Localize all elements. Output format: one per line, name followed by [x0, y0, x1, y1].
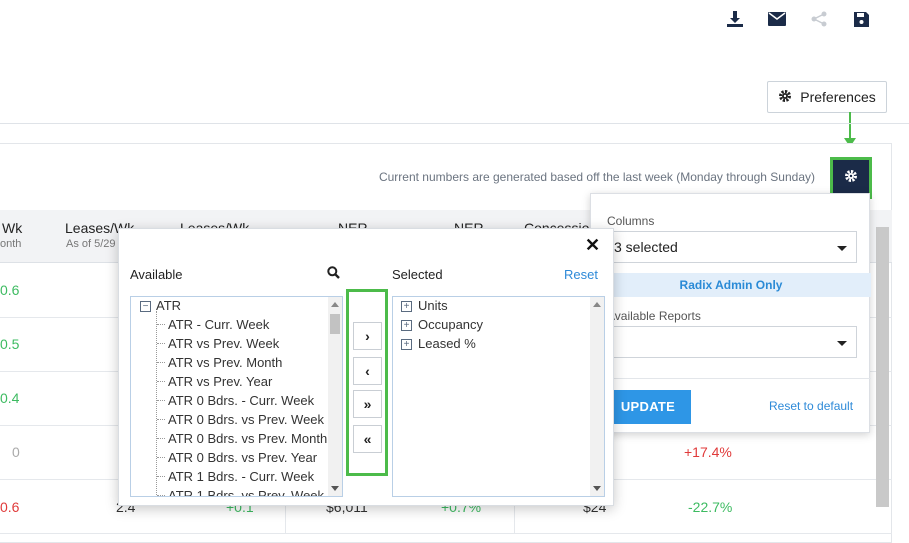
share-icon[interactable]	[808, 10, 830, 28]
scroll-down-icon[interactable]	[593, 486, 601, 491]
download-icon[interactable]	[724, 10, 746, 28]
preferences-panel: Columns 3 selected Radix Admin Only Avai…	[590, 193, 871, 433]
preferences-button[interactable]: Preferences	[767, 81, 887, 113]
expand-icon[interactable]: +	[401, 320, 412, 331]
list-item[interactable]: ATR vs Prev. Year	[168, 374, 272, 389]
available-reports-select[interactable]	[605, 326, 857, 358]
save-icon[interactable]	[850, 10, 872, 28]
radix-admin-banner: Radix Admin Only	[591, 273, 871, 297]
reset-to-default-link[interactable]: Reset to default	[769, 399, 853, 413]
close-icon[interactable]: ✕	[585, 235, 600, 256]
selected-list[interactable]: + Units + Occupancy + Leased %	[392, 296, 605, 497]
search-icon[interactable]	[327, 266, 340, 284]
scroll-up-icon[interactable]	[593, 302, 601, 307]
columns-select-value: 3 selected	[614, 239, 678, 255]
mail-icon[interactable]	[766, 10, 788, 28]
list-item[interactable]: Occupancy	[418, 317, 483, 332]
table-cell: +17.4%	[684, 444, 732, 460]
list-scrollbar[interactable]	[328, 297, 342, 496]
table-cell: 0.6	[0, 499, 20, 515]
table-scrollbar[interactable]	[876, 227, 889, 507]
column-chooser-modal: ✕ Available Selected Reset − ATR ATR - C…	[118, 228, 614, 506]
available-title: Available	[130, 267, 183, 282]
column-subheader: As of 5/29	[66, 238, 116, 250]
list-item[interactable]: ATR 0 Bdrs. vs Prev. Week	[168, 412, 324, 427]
tree-root[interactable]: ATR	[156, 298, 181, 313]
columns-label: Columns	[607, 214, 655, 228]
reset-link[interactable]: Reset	[564, 267, 598, 282]
list-item[interactable]: ATR 0 Bdrs. vs Prev. Year	[168, 450, 317, 465]
table-cell: 0	[12, 444, 20, 460]
table-cell: -22.7%	[688, 499, 733, 515]
scroll-down-icon[interactable]	[331, 486, 339, 491]
panel-divider	[591, 378, 871, 379]
gear-icon	[778, 89, 792, 106]
section-divider	[0, 123, 909, 124]
scroll-thumb[interactable]	[330, 314, 340, 334]
table-cell: 0.5	[0, 336, 20, 352]
column-header[interactable]: Wk	[2, 220, 22, 236]
list-item[interactable]: Leased %	[418, 336, 476, 351]
list-item[interactable]: ATR 0 Bdrs. - Curr. Week	[168, 393, 314, 408]
move-left-button[interactable]: ‹	[353, 357, 382, 385]
chevron-down-icon	[837, 341, 847, 346]
selected-title: Selected	[392, 267, 443, 282]
data-note: Current numbers are generated based off …	[378, 170, 815, 184]
columns-select[interactable]: 3 selected	[605, 231, 857, 263]
list-item[interactable]: Units	[418, 298, 448, 313]
list-item[interactable]: ATR vs Prev. Month	[168, 355, 282, 370]
list-item[interactable]: ATR vs Prev. Week	[168, 336, 279, 351]
tree-connector	[156, 311, 157, 496]
list-item[interactable]: ATR 1 Bdrs. - Curr. Week	[168, 469, 314, 484]
column-subheader: onth	[0, 238, 22, 250]
list-item[interactable]: ATR - Curr. Week	[168, 317, 269, 332]
list-item[interactable]: ATR 0 Bdrs. vs Prev. Month	[168, 431, 327, 446]
table-cell: 0.4	[0, 390, 20, 406]
available-list[interactable]: − ATR ATR - Curr. Week ATR vs Prev. Week…	[130, 296, 343, 497]
expand-icon[interactable]: +	[401, 339, 412, 350]
table-cell: 0.6	[0, 282, 20, 298]
move-all-right-button[interactable]: »	[353, 390, 382, 418]
expand-icon[interactable]: +	[401, 301, 412, 312]
preferences-label: Preferences	[800, 89, 876, 105]
toolbar-icons	[724, 10, 872, 28]
scroll-up-icon[interactable]	[331, 302, 339, 307]
move-right-button[interactable]: ›	[353, 322, 382, 350]
collapse-icon[interactable]: −	[140, 301, 151, 312]
gear-icon	[844, 169, 858, 188]
move-buttons-group: › ‹ » «	[346, 289, 388, 476]
list-item[interactable]: ATR 1 Bdrs. vs Prev. Week	[168, 488, 324, 496]
chevron-down-icon	[837, 246, 847, 251]
list-scrollbar[interactable]	[590, 297, 604, 496]
available-reports-label: Available Reports	[607, 309, 701, 323]
update-button[interactable]: UPDATE	[605, 390, 691, 424]
move-all-left-button[interactable]: «	[353, 425, 382, 453]
